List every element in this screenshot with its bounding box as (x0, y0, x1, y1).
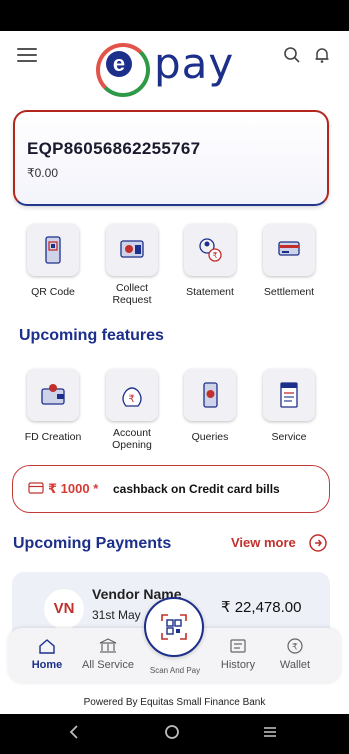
settlement-label: Settlement (263, 286, 315, 298)
account-card[interactable]: EQP86056862255767 ₹0.00 (13, 110, 329, 206)
nav-history-label: History (220, 659, 256, 671)
svg-text:₹: ₹ (213, 251, 218, 260)
collect-request-tile[interactable]: Collect Request (96, 224, 168, 306)
bell-icon[interactable] (313, 46, 331, 64)
back-icon[interactable] (68, 724, 80, 740)
epay-logo: e pay (96, 39, 246, 97)
nav-home[interactable]: Home (17, 637, 77, 671)
queries-label: Queries (191, 431, 229, 443)
history-icon (230, 639, 246, 653)
nav-all-service[interactable]: All Service (78, 637, 138, 671)
nav-scan-label[interactable]: Scan And Pay (145, 666, 205, 675)
recents-icon[interactable] (262, 724, 278, 740)
account-balance: ₹0.00 (27, 166, 58, 180)
vendor-date: 31st May (92, 608, 141, 622)
queries-phone-icon (203, 382, 218, 408)
rupee-coin-icon: ₹ (287, 638, 303, 654)
top-bar: e pay (0, 31, 349, 107)
svg-text:₹: ₹ (292, 642, 298, 652)
card-icon (28, 482, 44, 494)
promo-amount: ₹ 1000 * (48, 481, 99, 496)
logo-letter: e (106, 51, 132, 77)
account-number: EQP86056862255767 (27, 139, 201, 158)
nav-wallet[interactable]: ₹ Wallet (265, 637, 325, 671)
fd-creation-tile[interactable]: FD Creation (17, 369, 89, 443)
vendor-avatar: VN (44, 589, 84, 629)
vendor-amount: ₹ 22,478.00 (221, 599, 302, 616)
statement-tile[interactable]: ₹ Statement (174, 224, 246, 298)
promo-text: cashback on Credit card bills (113, 482, 280, 496)
cashback-promo-banner[interactable]: ₹ 1000 * cashback on Credit card bills (12, 465, 330, 513)
service-label: Service (271, 431, 307, 443)
nav-all-service-label: All Service (82, 659, 134, 671)
nav-history[interactable]: History (208, 637, 268, 671)
statement-label: Statement (186, 286, 234, 298)
scan-and-pay-button[interactable] (144, 597, 204, 657)
gst-document-icon (280, 382, 298, 408)
footer-powered-by: Powered By Equitas Small Finance Bank (83, 697, 266, 708)
android-nav-bar (0, 714, 349, 754)
status-bar (0, 0, 349, 31)
account-opening-label: Account Opening (112, 427, 152, 451)
search-icon[interactable] (283, 46, 301, 64)
nav-home-label: Home (31, 659, 63, 671)
menu-icon[interactable] (17, 48, 37, 62)
qr-phone-icon (45, 236, 61, 264)
logo-text: pay (154, 39, 235, 88)
collect-request-icon (120, 240, 144, 258)
fd-creation-label: FD Creation (24, 431, 82, 443)
view-more-link[interactable]: View more (231, 535, 296, 550)
queries-tile[interactable]: Queries (174, 369, 246, 443)
service-tile[interactable]: Service (253, 369, 325, 443)
account-opening-tile[interactable]: ₹ Account Opening (96, 369, 168, 451)
upcoming-features-title: Upcoming features (19, 327, 164, 344)
settlement-tile[interactable]: Settlement (253, 224, 325, 298)
statement-icon: ₹ (199, 238, 222, 262)
settlement-card-icon (278, 241, 300, 256)
home-icon (39, 639, 55, 654)
nav-wallet-label: Wallet (279, 659, 311, 671)
svg-text:₹: ₹ (129, 394, 135, 405)
qr-code-label: QR Code (31, 286, 75, 298)
bank-icon (99, 638, 117, 653)
collect-request-label: Collect Request (112, 282, 152, 306)
upcoming-payments-title: Upcoming Payments (13, 535, 172, 552)
wallet-icon (41, 384, 65, 405)
qr-scan-icon (161, 614, 187, 640)
home-circle-icon[interactable] (164, 724, 180, 740)
arrow-right-circle-icon[interactable] (308, 533, 328, 553)
qr-code-tile[interactable]: QR Code (17, 224, 89, 298)
money-bag-icon: ₹ (122, 387, 142, 407)
